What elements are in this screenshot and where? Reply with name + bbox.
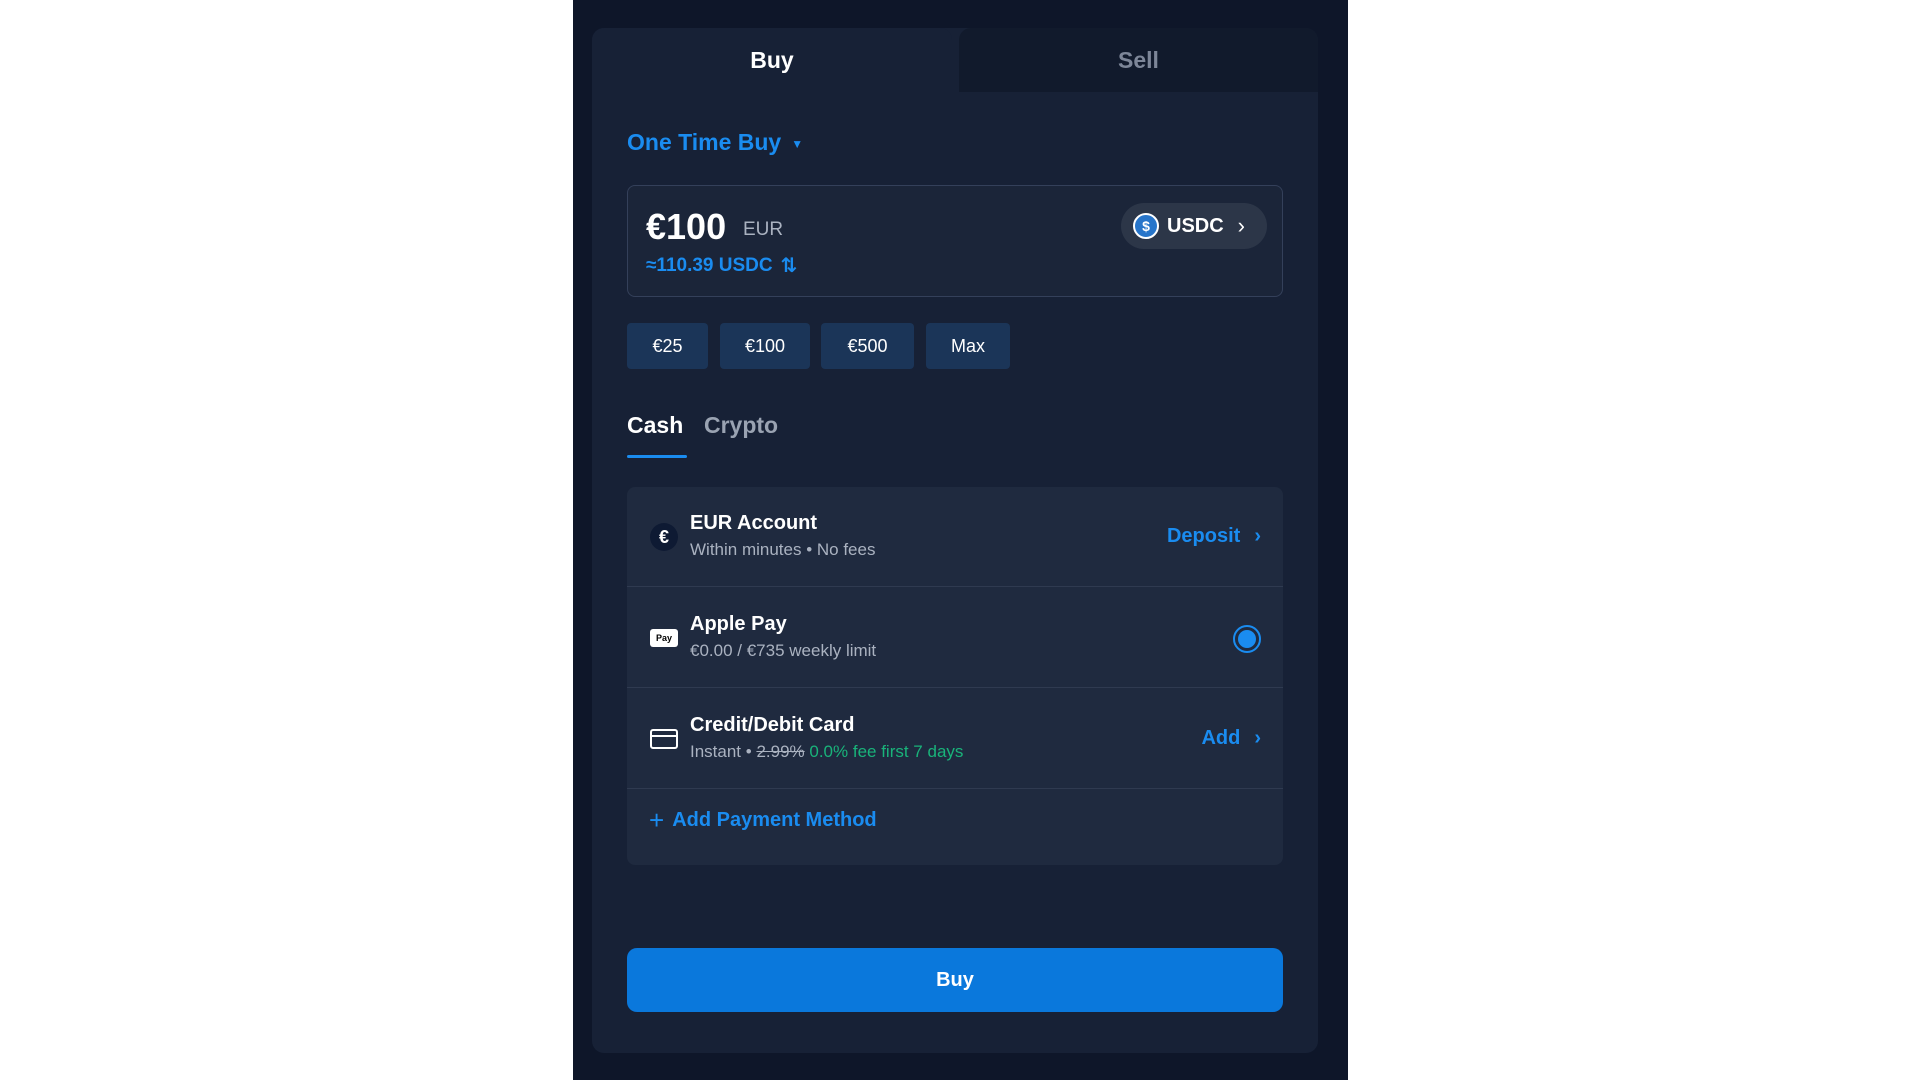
- converted-amount-label: ≈110.39 USDC: [646, 254, 773, 276]
- preset-25-button[interactable]: €25: [627, 323, 708, 369]
- deposit-label: Deposit: [1166, 525, 1241, 547]
- subtitle-prefix: Instant •: [690, 742, 757, 761]
- add-payment-method-label: Add Payment Method: [672, 809, 877, 831]
- method-subtitle: €0.00 / €735 weekly limit: [690, 641, 877, 660]
- add-card-label: Add: [1201, 727, 1241, 749]
- trade-tabs: Buy Sell: [592, 28, 1318, 92]
- plus-icon: +: [649, 805, 665, 835]
- preset-max-button[interactable]: Max: [926, 323, 1010, 369]
- tab-cash[interactable]: Cash: [627, 412, 683, 439]
- amount-value[interactable]: €100: [646, 206, 726, 248]
- usdc-coin-icon: $: [1133, 213, 1159, 239]
- amount-input-box[interactable]: €100 EUR ≈110.39 USDC ⇅ $ USDC ›: [627, 185, 1283, 297]
- payment-method-eur-account[interactable]: € EUR Account Within minutes • No fees D…: [627, 487, 1283, 587]
- preset-500-button[interactable]: €500: [821, 323, 914, 369]
- deposit-link[interactable]: Deposit ›: [1167, 525, 1261, 548]
- method-subtitle: Instant • 2.99% 0.0% fee first 7 days: [690, 742, 963, 762]
- method-title: Credit/Debit Card: [690, 714, 855, 736]
- caret-down-icon: ▼: [791, 136, 804, 151]
- trade-panel: Buy Sell One Time Buy ▼ €100 EUR ≈110.39…: [592, 28, 1318, 1053]
- order-type-dropdown[interactable]: One Time Buy ▼: [627, 129, 803, 156]
- old-fee: 2.99%: [756, 742, 805, 761]
- euro-icon-wrap: €: [649, 522, 679, 552]
- tab-buy[interactable]: Buy: [592, 28, 952, 92]
- method-title: Apple Pay: [690, 613, 787, 635]
- method-subtitle: Within minutes • No fees: [690, 540, 876, 559]
- amount-currency: EUR: [743, 219, 784, 240]
- asset-selector[interactable]: $ USDC ›: [1121, 203, 1267, 249]
- payment-methods-list: € EUR Account Within minutes • No fees D…: [627, 487, 1283, 865]
- converted-amount[interactable]: ≈110.39 USDC ⇅: [646, 253, 797, 278]
- add-payment-method-button[interactable]: + Add Payment Method: [649, 805, 877, 836]
- active-tab-indicator: [627, 455, 687, 458]
- asset-label: USDC: [1167, 214, 1224, 237]
- radio-selected-dot: [1238, 630, 1256, 648]
- tab-crypto[interactable]: Crypto: [704, 412, 778, 439]
- chevron-right-icon: ›: [1237, 213, 1245, 238]
- preset-100-button[interactable]: €100: [720, 323, 810, 369]
- euro-icon: €: [650, 523, 678, 551]
- payment-method-apple-pay[interactable]: Pay Apple Pay €0.00 / €735 weekly limit: [627, 588, 1283, 688]
- order-type-label: One Time Buy: [627, 129, 782, 155]
- swap-arrows-icon[interactable]: ⇅: [781, 253, 798, 278]
- chevron-right-icon: ›: [1254, 525, 1261, 547]
- credit-card-icon-wrap: [649, 724, 679, 754]
- chevron-right-icon: ›: [1254, 727, 1261, 749]
- add-card-link[interactable]: Add ›: [1201, 727, 1261, 750]
- method-title: EUR Account: [690, 512, 818, 534]
- promo-fee: 0.0% fee first 7 days: [809, 742, 964, 761]
- payment-method-card[interactable]: Credit/Debit Card Instant • 2.99% 0.0% f…: [627, 689, 1283, 789]
- apple-pay-icon-wrap: Pay: [649, 623, 679, 653]
- apple-pay-radio[interactable]: [1233, 625, 1261, 653]
- apple-pay-icon: Pay: [650, 629, 678, 647]
- buy-button[interactable]: Buy: [627, 948, 1283, 1012]
- credit-card-icon: [650, 729, 678, 749]
- tab-sell[interactable]: Sell: [959, 28, 1318, 92]
